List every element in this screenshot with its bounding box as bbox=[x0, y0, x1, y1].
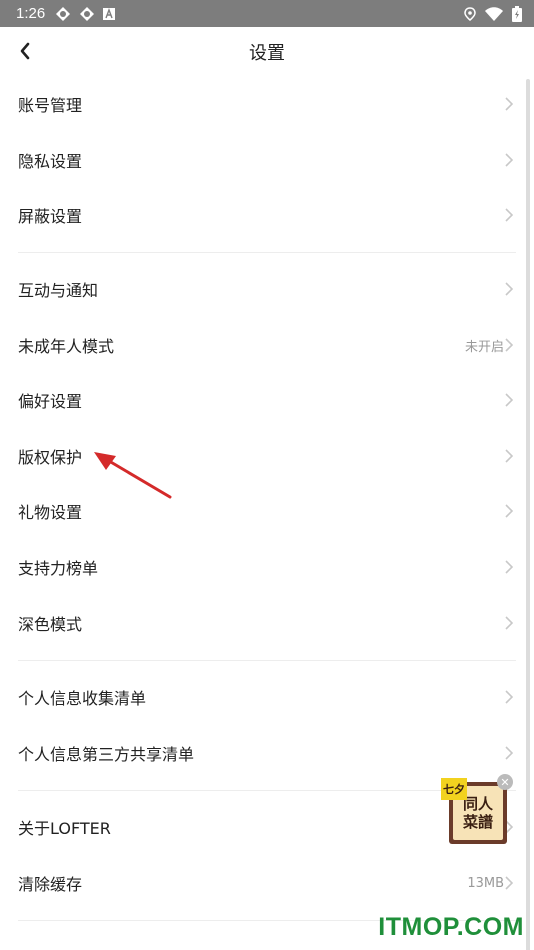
settings-item-label: 互动与通知 bbox=[18, 281, 99, 300]
section-divider bbox=[18, 660, 516, 661]
floating-promo-sticker[interactable]: 同人 菜譜 七夕 ✕ bbox=[441, 774, 513, 848]
chevron-left-icon[interactable] bbox=[14, 39, 38, 63]
chevron-right-icon bbox=[505, 746, 514, 760]
battery-icon bbox=[512, 5, 522, 22]
location-icon bbox=[464, 6, 476, 21]
promo-line2: 菜譜 bbox=[462, 813, 493, 831]
page-title: 设置 bbox=[249, 43, 285, 64]
chevron-right-icon bbox=[505, 690, 514, 704]
settings-item-label: 账号管理 bbox=[18, 96, 83, 115]
close-icon[interactable]: ✕ bbox=[497, 774, 513, 790]
settings-item-label: 未成年人模式 bbox=[18, 337, 115, 356]
chevron-right-icon bbox=[505, 876, 514, 890]
chevron-right-icon bbox=[505, 504, 514, 518]
settings-item-label: 清除缓存 bbox=[18, 875, 83, 894]
settings-item-block[interactable]: 屏蔽设置 bbox=[0, 187, 530, 243]
settings-item-value: 未开启 bbox=[464, 339, 504, 355]
settings-item-support-ranking[interactable]: 支持力榜单 bbox=[0, 539, 530, 595]
settings-item-label: 个人信息第三方共享清单 bbox=[18, 745, 195, 764]
promo-line1: 同人 bbox=[462, 795, 493, 813]
watermark: ITMOP.COM bbox=[378, 913, 524, 941]
settings-item-label: 关于LOFTER bbox=[18, 819, 111, 838]
chevron-right-icon bbox=[505, 393, 514, 407]
status-bar: 1:26 bbox=[0, 0, 534, 27]
settings-item-label: 个人信息收集清单 bbox=[18, 689, 147, 708]
chevron-right-icon bbox=[505, 208, 514, 222]
settings-item-gift[interactable]: 礼物设置 bbox=[0, 483, 530, 539]
wifi-icon bbox=[485, 6, 503, 21]
settings-item-label: 支持力榜单 bbox=[18, 559, 99, 578]
settings-item-value: 13MB bbox=[467, 875, 504, 891]
settings-item-account[interactable]: 账号管理 bbox=[0, 76, 530, 132]
chevron-right-icon bbox=[505, 449, 514, 463]
chevron-right-icon bbox=[505, 338, 514, 352]
settings-item-interaction-notification[interactable]: 互动与通知 bbox=[0, 261, 530, 317]
status-time: 1:26 bbox=[16, 5, 46, 22]
top-app-bar: 设置 bbox=[0, 27, 534, 77]
chevron-right-icon bbox=[505, 560, 514, 574]
settings-item-privacy[interactable]: 隐私设置 bbox=[0, 132, 530, 188]
settings-item-third-party-sharing[interactable]: 个人信息第三方共享清单 bbox=[0, 725, 530, 781]
settings-item-label: 深色模式 bbox=[18, 615, 83, 634]
settings-item-clear-cache[interactable]: 清除缓存 13MB bbox=[0, 855, 530, 911]
section-divider bbox=[18, 252, 516, 253]
lofter-icon bbox=[56, 6, 71, 21]
chevron-right-icon bbox=[505, 97, 514, 111]
settings-item-label: 礼物设置 bbox=[18, 503, 83, 522]
settings-item-label: 隐私设置 bbox=[18, 152, 83, 171]
settings-item-personal-info-list[interactable]: 个人信息收集清单 bbox=[0, 669, 530, 725]
annotation-arrow-icon bbox=[94, 452, 172, 499]
settings-item-minor-mode[interactable]: 未成年人模式 未开启 bbox=[0, 317, 530, 373]
a-icon bbox=[103, 7, 116, 20]
promo-tag: 七夕 bbox=[441, 778, 467, 800]
settings-item-dark-mode[interactable]: 深色模式 bbox=[0, 595, 530, 651]
settings-item-label: 版权保护 bbox=[18, 448, 83, 467]
chevron-right-icon bbox=[505, 282, 514, 296]
settings-item-label: 屏蔽设置 bbox=[18, 207, 83, 226]
chevron-right-icon bbox=[505, 153, 514, 167]
settings-item-label: 偏好设置 bbox=[18, 392, 83, 411]
settings-item-preferences[interactable]: 偏好设置 bbox=[0, 372, 530, 428]
settings-item-copyright[interactable]: 版权保护 bbox=[0, 428, 530, 484]
chevron-right-icon bbox=[505, 616, 514, 630]
lofter-icon bbox=[80, 6, 95, 21]
